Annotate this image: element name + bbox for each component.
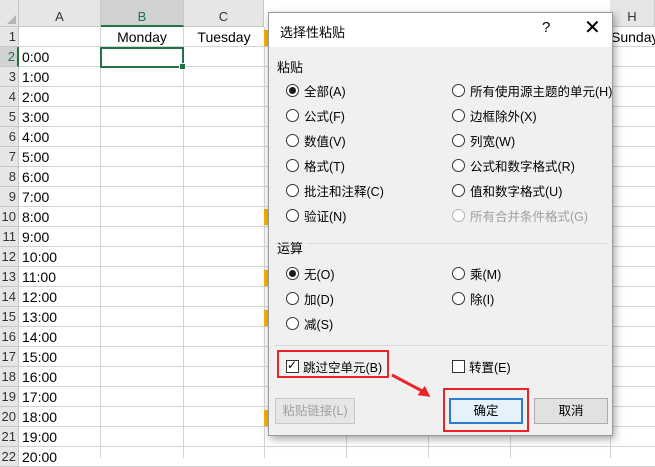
annotation-arrow-icon [391,373,431,397]
